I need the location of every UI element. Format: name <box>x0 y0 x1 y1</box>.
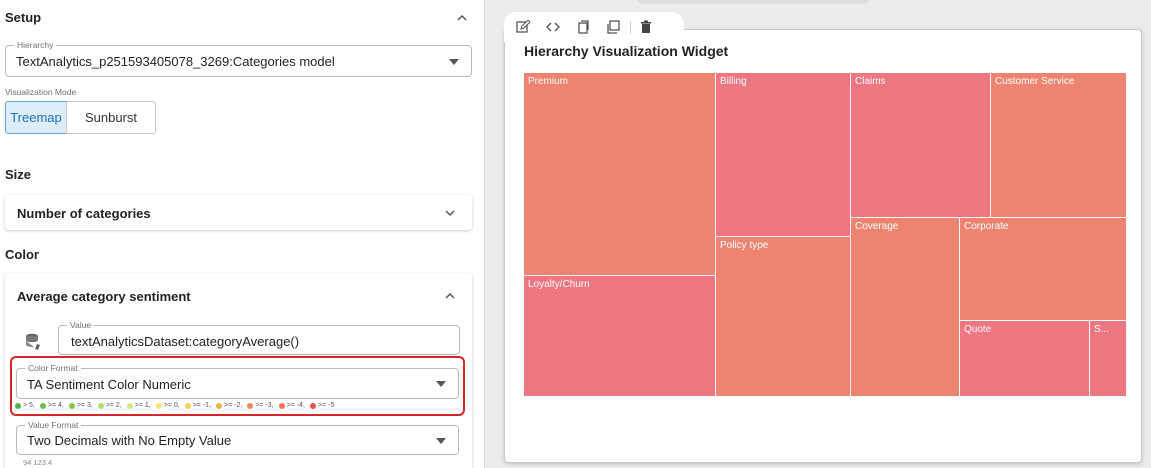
size-heading: Size <box>5 167 32 182</box>
code-icon[interactable] <box>546 20 560 34</box>
treemap-cell-claims[interactable]: Claims <box>851 73 991 218</box>
setup-heading: Setup <box>5 10 42 25</box>
database-icon[interactable] <box>25 333 41 351</box>
value-expression-field[interactable]: Value textAnalyticsDataset:categoryAvera… <box>58 319 460 355</box>
size-card-title: Number of categories <box>17 206 151 221</box>
value-expression: textAnalyticsDataset:categoryAverage() <box>71 334 300 349</box>
treemap: Premium Loyalty/Churn Billing Policy typ… <box>524 73 1127 397</box>
copy-icon[interactable] <box>576 20 590 34</box>
sunburst-toggle[interactable]: Sunburst <box>66 101 156 134</box>
value-format-value: Two Decimals with No Empty Value <box>27 433 232 448</box>
treemap-cell-quote[interactable]: Quote <box>960 321 1090 397</box>
config-panel: Setup Hierarchy TextAnalytics_p251593405… <box>0 0 485 468</box>
value-legend: Value <box>67 319 95 331</box>
duplicate-icon[interactable] <box>606 20 620 34</box>
highlight-box <box>10 356 465 416</box>
value-format-sample: 94 123.4 <box>23 458 53 467</box>
treemap-cell-customer-service[interactable]: Customer Service <box>991 73 1127 218</box>
hierarchy-select[interactable]: Hierarchy TextAnalytics_p251593405078_32… <box>5 39 472 77</box>
delete-icon[interactable] <box>639 20 653 34</box>
treemap-cell-premium[interactable]: Premium <box>524 73 716 276</box>
canvas: Hierarchy Visualization Widget Premium L… <box>486 0 1151 468</box>
hierarchy-legend: Hierarchy <box>14 39 57 51</box>
value-format-select[interactable]: Value Format Two Decimals with No Empty … <box>16 419 459 455</box>
treemap-toggle[interactable]: Treemap <box>5 101 67 134</box>
widget-toolbar <box>504 12 684 42</box>
hierarchy-value: TextAnalytics_p251593405078_3269:Categor… <box>16 54 335 69</box>
edit-icon[interactable] <box>516 20 530 34</box>
value-format-legend: Value Format <box>25 419 82 431</box>
chevron-up-icon[interactable] <box>454 10 470 26</box>
widget-title: Hierarchy Visualization Widget <box>524 43 729 59</box>
treemap-cell-corporate[interactable]: Corporate <box>960 218 1127 321</box>
visualization-mode-label: Visualization Mode <box>5 87 77 97</box>
treemap-cell-policy-type[interactable]: Policy type <box>716 237 851 397</box>
caret-down-icon[interactable] <box>436 438 446 444</box>
chevron-up-icon[interactable] <box>442 288 458 304</box>
treemap-cell-billing[interactable]: Billing <box>716 73 851 237</box>
hierarchy-widget[interactable]: Hierarchy Visualization Widget Premium L… <box>504 29 1142 463</box>
color-card-title: Average category sentiment <box>17 289 191 304</box>
size-card[interactable]: Number of categories <box>5 195 472 230</box>
treemap-cell-coverage[interactable]: Coverage <box>851 218 960 397</box>
treemap-cell-s[interactable]: S... <box>1090 321 1127 397</box>
treemap-cell-loyalty-churn[interactable]: Loyalty/Churn <box>524 276 716 397</box>
toolbar-divider <box>630 21 631 34</box>
color-heading: Color <box>5 247 39 262</box>
caret-down-icon[interactable] <box>449 59 459 65</box>
top-tab[interactable] <box>635 0 871 4</box>
chevron-down-icon[interactable] <box>442 205 458 221</box>
